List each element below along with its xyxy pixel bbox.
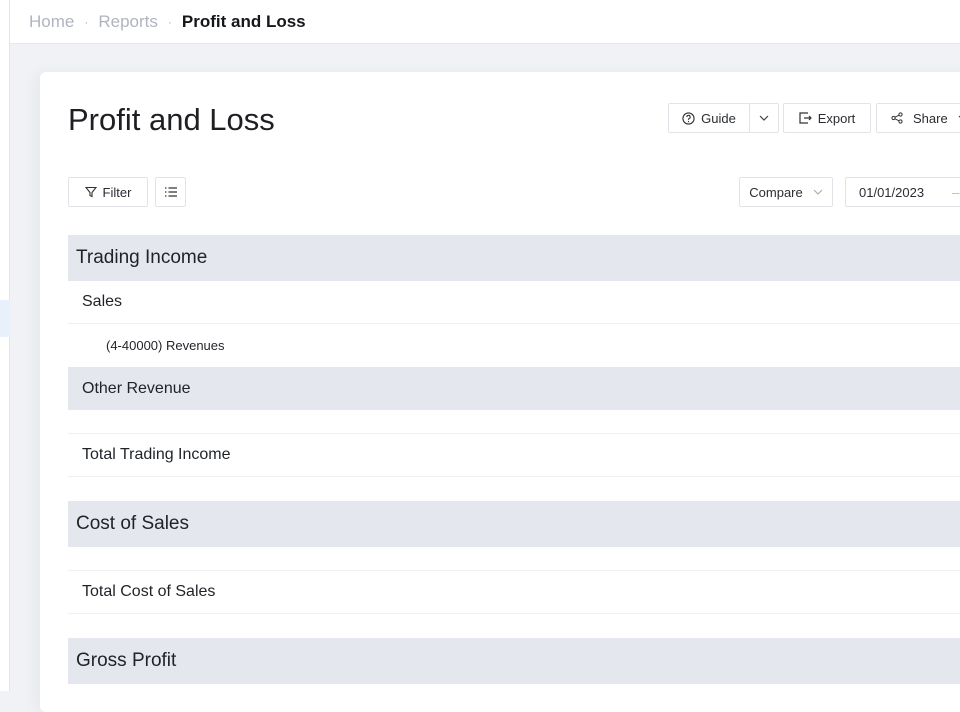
- compare-label: Compare: [749, 184, 803, 200]
- share-label: Share: [913, 110, 948, 126]
- date-range-dash: –: [952, 184, 960, 200]
- chevron-down-icon: [759, 115, 769, 121]
- guide-button[interactable]: Guide: [668, 103, 750, 133]
- section-gross-profit: Gross Profit: [68, 638, 960, 684]
- page-title: Profit and Loss: [68, 102, 275, 137]
- row-account-revenues[interactable]: (4-40000) Revenues: [68, 324, 960, 367]
- help-circle-icon: [682, 111, 695, 125]
- section-title: Cost of Sales: [76, 513, 189, 534]
- share-button[interactable]: Share: [876, 103, 960, 133]
- sidebar-active-item[interactable]: [0, 300, 10, 337]
- row-other-revenue: Other Revenue: [68, 367, 960, 410]
- guide-dropdown-button[interactable]: [749, 103, 779, 133]
- sidebar: [0, 0, 10, 691]
- filter-icon: [84, 186, 97, 198]
- breadcrumb-home[interactable]: Home: [29, 12, 74, 32]
- section-trading-income: Trading Income: [68, 235, 960, 281]
- spacer-row: [68, 410, 960, 434]
- row-total-cost-of-sales: Total Cost of Sales: [68, 571, 960, 614]
- export-icon: [799, 112, 812, 124]
- row-label: (4-40000) Revenues: [106, 338, 225, 353]
- row-label: Total Trading Income: [82, 446, 231, 463]
- row-label: Sales: [82, 293, 123, 310]
- export-button[interactable]: Export: [783, 103, 871, 133]
- chevron-down-icon: [813, 189, 823, 195]
- spacer-row: [68, 547, 960, 571]
- compare-dropdown[interactable]: Compare: [739, 177, 833, 207]
- breadcrumb-current: Profit and Loss: [181, 11, 306, 31]
- filter-button[interactable]: Filter: [68, 177, 148, 207]
- breadcrumb-separator: ·: [84, 14, 89, 29]
- section-title: Trading Income: [76, 247, 208, 268]
- list-view-button[interactable]: [155, 177, 186, 207]
- row-label: Total Cost of Sales: [82, 583, 216, 600]
- breadcrumb-separator: ·: [167, 14, 172, 29]
- breadcrumb: Home · Reports · Profit and Loss: [10, 0, 960, 44]
- report-card: Profit and Loss Guide Export Share Filte…: [40, 72, 960, 712]
- section-title: Gross Profit: [76, 650, 177, 671]
- list-icon: [164, 186, 178, 198]
- section-cost-of-sales: Cost of Sales: [68, 501, 960, 547]
- row-sales: Sales: [68, 281, 960, 324]
- date-from-value: 01/01/2023: [859, 184, 925, 200]
- row-label: Other Revenue: [82, 379, 191, 397]
- filter-label: Filter: [102, 184, 132, 200]
- row-total-trading-income: Total Trading Income: [68, 434, 960, 477]
- guide-label: Guide: [701, 110, 736, 126]
- date-range-input[interactable]: 01/01/2023 –: [845, 177, 960, 207]
- breadcrumb-reports[interactable]: Reports: [98, 12, 158, 32]
- export-label: Export: [817, 110, 856, 126]
- share-icon: [891, 112, 903, 124]
